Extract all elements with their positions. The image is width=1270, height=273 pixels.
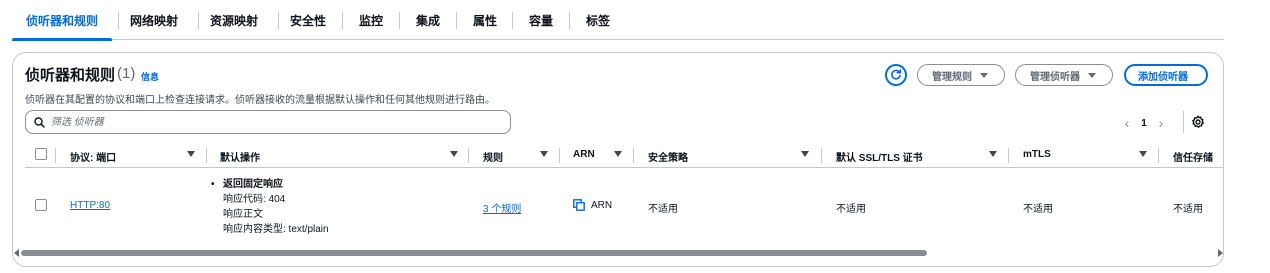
tab-resource-map[interactable]: 资源映射 <box>204 0 264 40</box>
copy-icon[interactable] <box>573 199 585 211</box>
column-header-protocol-port[interactable]: 协议: 端口 <box>70 149 116 164</box>
column-header-default-cert[interactable]: 默认 SSL/TLS 证书 <box>836 149 923 164</box>
refresh-button[interactable] <box>885 64 907 86</box>
security-policy-value: 不适用 <box>648 204 678 215</box>
column-header-arn[interactable]: ARN <box>573 149 595 163</box>
tab-security[interactable]: 安全性 <box>284 0 332 40</box>
table-settings-button[interactable] <box>1191 115 1205 132</box>
add-listener-button[interactable]: 添加侦听器 <box>1124 64 1208 86</box>
scroll-left-arrow-icon[interactable] <box>14 249 19 257</box>
row-select-checkbox[interactable] <box>35 199 47 211</box>
sort-caret-icon[interactable] <box>1139 151 1147 157</box>
chevron-right-icon[interactable]: › <box>1153 115 1169 131</box>
filter-listeners-input[interactable] <box>51 116 481 128</box>
column-divider <box>468 148 469 163</box>
pagination: ‹ 1 › <box>1119 115 1169 131</box>
rules-count-link[interactable]: 3 个规则 <box>483 200 521 215</box>
settings-gear-icon <box>1192 115 1204 128</box>
tab-divider <box>342 12 343 29</box>
tab-capacity[interactable]: 容量 <box>518 0 564 40</box>
caret-down-icon <box>1088 72 1096 78</box>
mtls-value: 不适用 <box>1023 204 1053 215</box>
listeners-panel: 侦听器和规则 (1) 信息 侦听器在其配置的协议和端口上检查连接请求。侦听器接收… <box>12 52 1224 267</box>
manage-listeners-button[interactable]: 管理侦听器 <box>1015 64 1113 86</box>
tab-tags[interactable]: 标签 <box>575 0 621 40</box>
panel-description: 侦听器在其配置的协议和端口上检查连接请求。侦听器接收的流量根据默认操作和任何其他… <box>25 95 495 106</box>
manage-rules-button[interactable]: 管理规则 <box>917 64 1005 86</box>
caret-down-icon <box>980 72 988 78</box>
select-all-checkbox[interactable] <box>35 148 47 160</box>
sort-caret-icon[interactable] <box>989 151 997 157</box>
filter-search <box>25 110 511 134</box>
table-header-divider <box>25 167 1223 168</box>
action-title: 返回固定响应 <box>211 177 329 192</box>
tab-bar: 侦听器和规则 网络映射 资源映射 安全性 监控 集成 属性 容量 标签 <box>12 0 1224 41</box>
column-divider <box>559 148 560 163</box>
scroll-right-arrow-icon[interactable] <box>1218 249 1223 257</box>
sort-caret-icon[interactable] <box>450 151 458 157</box>
info-link[interactable]: 信息 <box>141 70 159 83</box>
listener-protocol-port-link[interactable]: HTTP:80 <box>70 200 110 211</box>
tab-integrations[interactable]: 集成 <box>405 0 451 40</box>
tab-divider <box>456 12 457 29</box>
sort-caret-icon[interactable] <box>540 151 548 157</box>
panel-title: 侦听器和规则 <box>25 67 116 84</box>
tab-network-mapping[interactable]: 网络映射 <box>124 0 184 40</box>
tab-divider <box>278 12 279 29</box>
sort-caret-icon[interactable] <box>801 151 809 157</box>
chevron-left-icon[interactable]: ‹ <box>1119 115 1135 131</box>
sort-caret-icon[interactable] <box>187 151 195 157</box>
tab-divider <box>512 12 513 29</box>
column-header-rules[interactable]: 规则 <box>483 149 503 164</box>
search-icon <box>34 116 45 128</box>
action-response-body: 响应正文 <box>223 209 263 220</box>
tab-divider <box>399 12 400 29</box>
trust-store-value: 不适用 <box>1173 204 1203 215</box>
sort-caret-icon[interactable] <box>614 151 622 157</box>
tab-monitoring[interactable]: 监控 <box>348 0 394 40</box>
listener-count: (1) <box>117 65 136 82</box>
column-divider <box>633 148 634 163</box>
action-content-type: 响应内容类型: text/plain <box>223 224 329 235</box>
refresh-icon <box>891 69 902 80</box>
arn-copy-cell[interactable]: ARN <box>573 199 612 211</box>
tab-divider <box>198 12 199 29</box>
manage-rules-label: 管理规则 <box>932 71 972 83</box>
default-cert-value: 不适用 <box>836 204 866 215</box>
column-header-default-action[interactable]: 默认操作 <box>220 149 260 164</box>
tab-divider <box>569 12 570 29</box>
tab-divider <box>118 12 119 29</box>
tab-attributes[interactable]: 属性 <box>462 0 508 40</box>
arn-label: ARN <box>591 199 613 211</box>
column-header-trust-store[interactable]: 信任存储 <box>1173 149 1213 164</box>
column-divider <box>1008 148 1009 163</box>
default-action-cell: 返回固定响应 响应代码: 404 响应正文 响应内容类型: text/plain <box>211 177 329 237</box>
column-divider <box>1158 148 1159 163</box>
column-divider <box>206 148 207 163</box>
add-listener-label: 添加侦听器 <box>1138 71 1188 83</box>
action-response-code: 响应代码: 404 <box>223 194 286 205</box>
manage-listeners-label: 管理侦听器 <box>1030 71 1080 83</box>
column-header-mtls[interactable]: mTLS <box>1023 149 1051 163</box>
horizontal-scrollbar-thumb[interactable] <box>21 250 927 256</box>
pager-divider <box>1183 111 1184 133</box>
current-page[interactable]: 1 <box>1135 118 1153 129</box>
tab-listeners-and-rules[interactable]: 侦听器和规则 <box>12 0 112 41</box>
column-divider <box>55 148 56 163</box>
column-header-security-policy[interactable]: 安全策略 <box>648 149 688 164</box>
column-divider <box>821 148 822 163</box>
